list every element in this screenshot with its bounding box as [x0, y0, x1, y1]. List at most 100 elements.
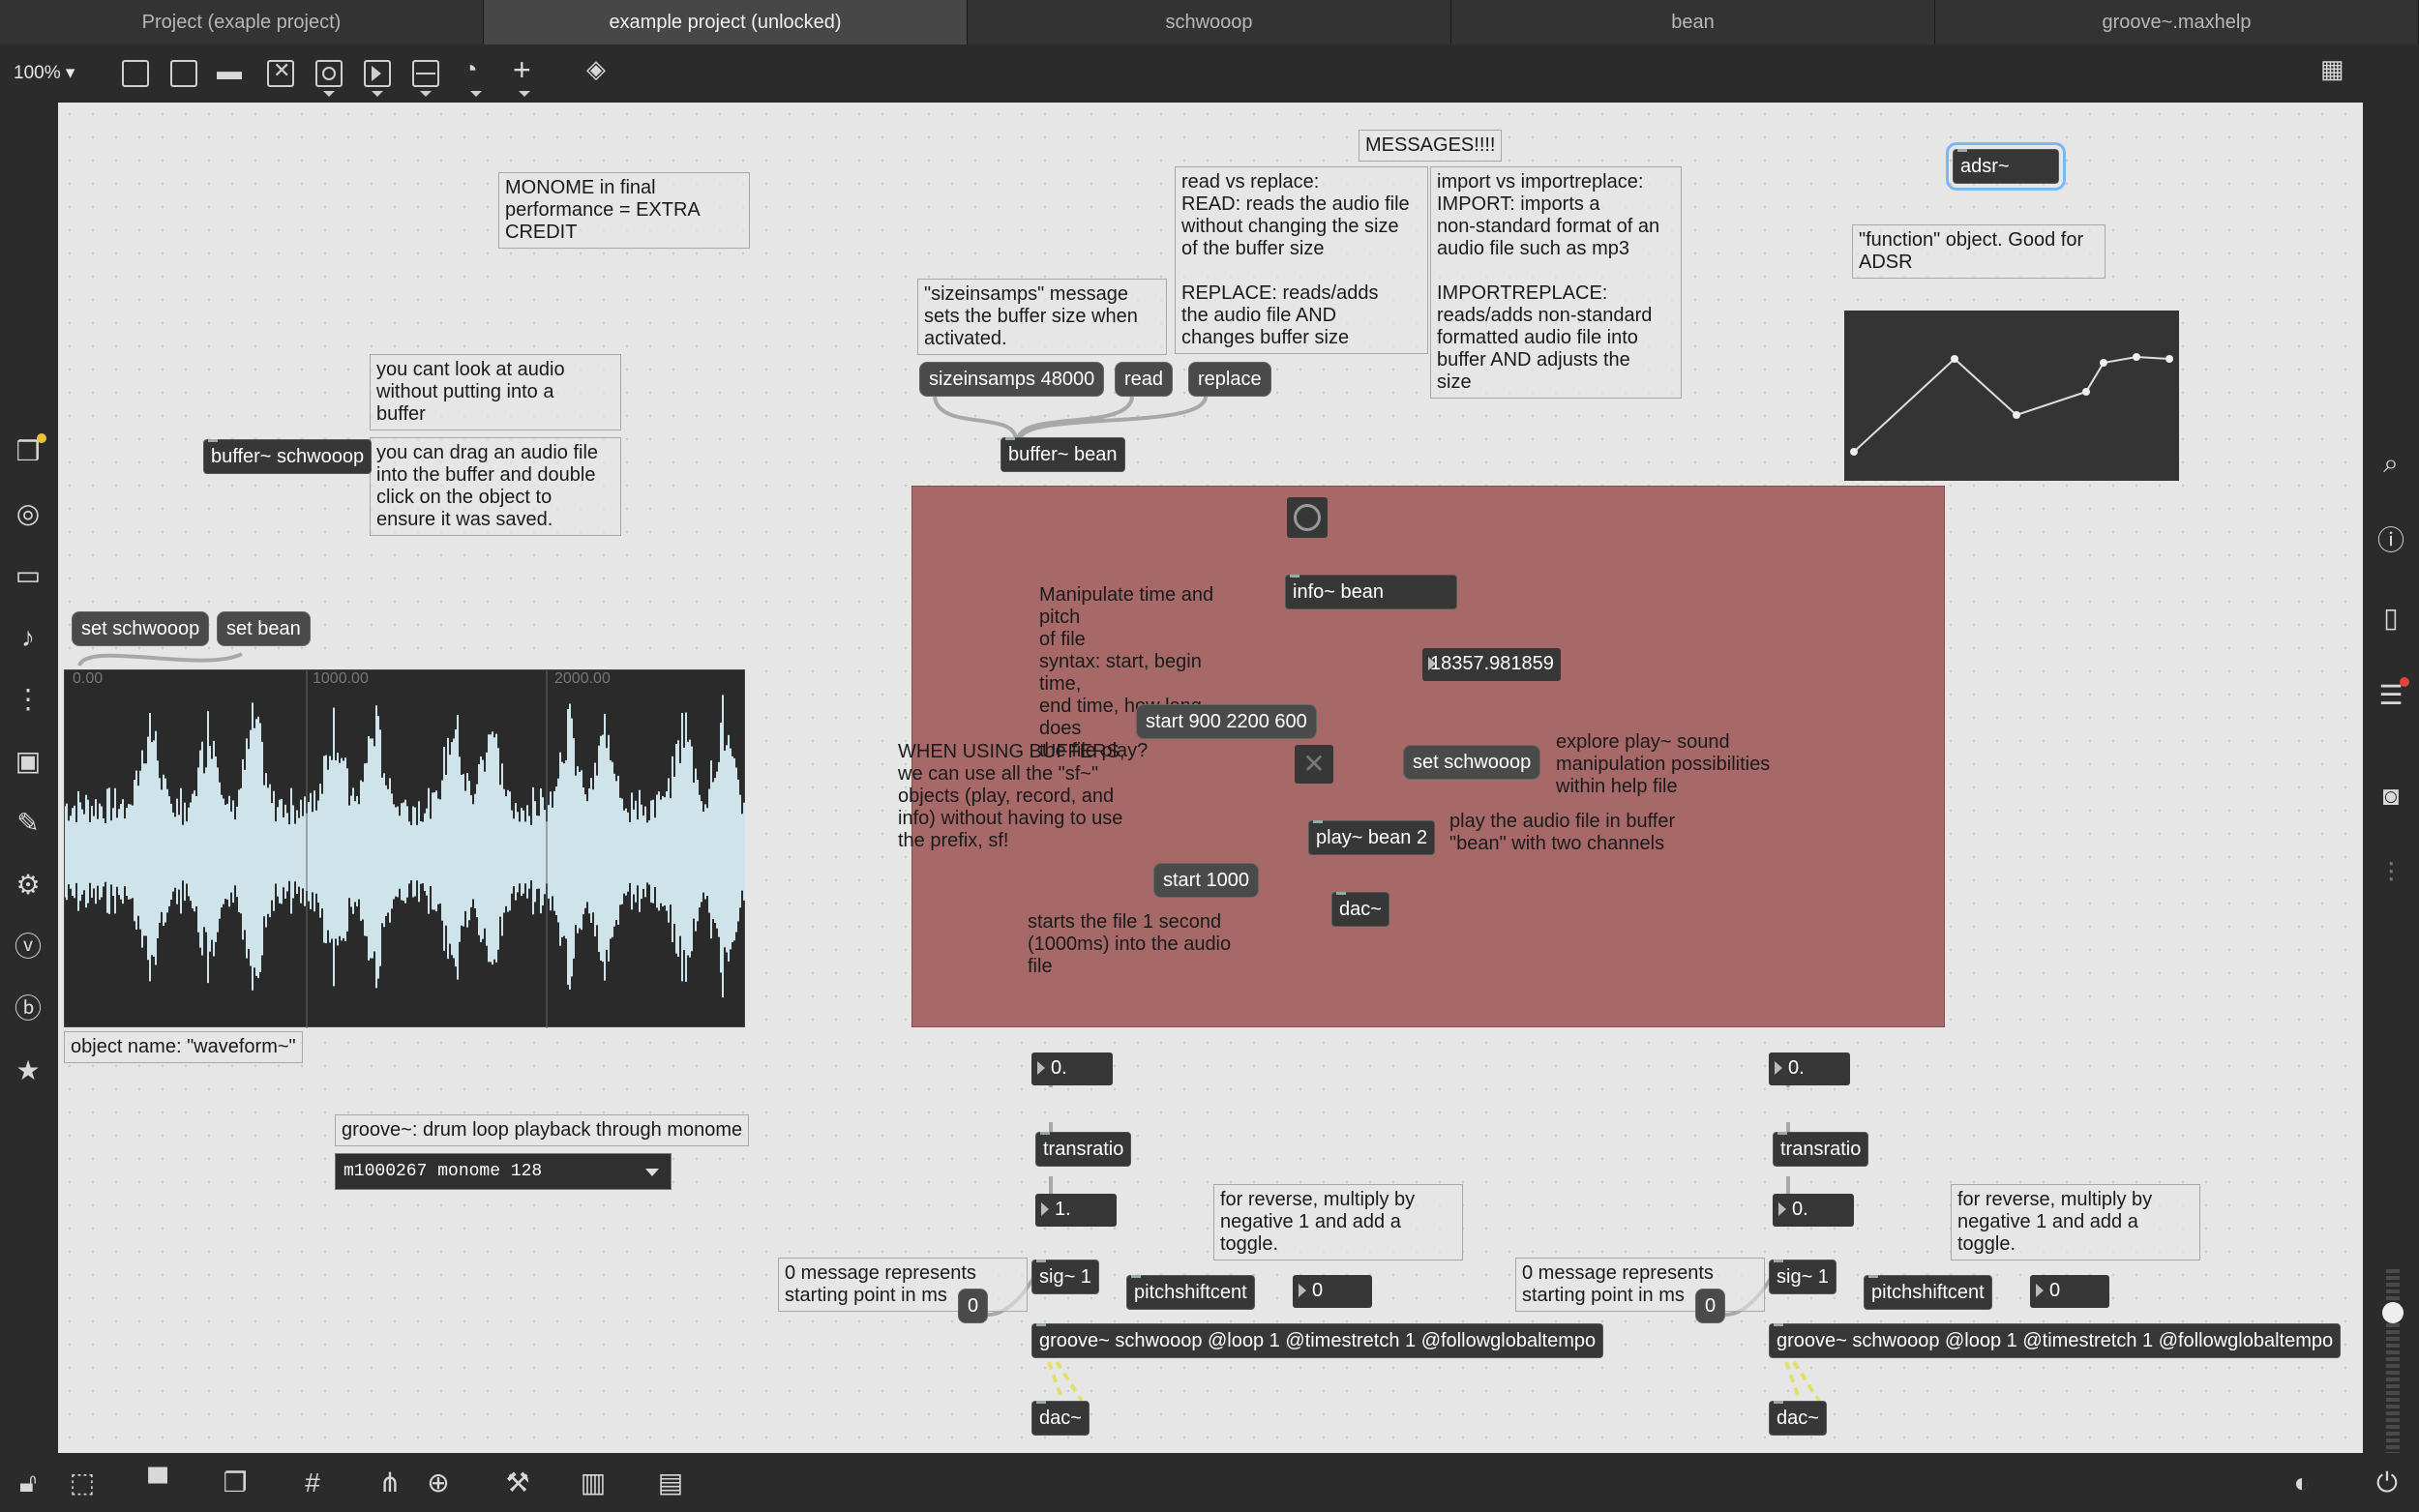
lock-icon[interactable]: 🔓︎: [12, 1467, 45, 1499]
paint-bucket-icon[interactable]: ◈: [586, 54, 606, 84]
bang-circle-icon: [1294, 504, 1321, 531]
waveform-tick-label: 2000.00: [554, 670, 611, 687]
attach-icon[interactable]: ⊕: [422, 1467, 455, 1499]
transratio-input-number-1[interactable]: 0.: [1031, 1052, 1113, 1085]
number-icon[interactable]: [364, 60, 391, 87]
tab-schwooop[interactable]: schwooop: [968, 0, 1451, 44]
pitchshiftcent-object-2[interactable]: pitchshiftcent: [1864, 1275, 1992, 1310]
set-bean-message[interactable]: set bean: [217, 611, 311, 646]
add-object-icon[interactable]: +: [513, 52, 531, 88]
info-output-number[interactable]: 18357.981859: [1422, 648, 1561, 681]
pitchshift-number-2[interactable]: 0: [2030, 1275, 2109, 1308]
set-schwooop-message-2[interactable]: set schwooop: [1403, 745, 1541, 780]
mixer-icon[interactable]: ⫶: [2374, 857, 2407, 890]
master-volume-knob[interactable]: [2382, 1302, 2404, 1323]
object-icon[interactable]: [122, 60, 149, 87]
vst-icon[interactable]: ⓥ: [12, 931, 45, 964]
bang-button[interactable]: [1287, 497, 1328, 538]
slider-icon[interactable]: [412, 60, 439, 87]
message-icon[interactable]: [170, 60, 197, 87]
chevron-down-icon[interactable]: [519, 91, 530, 97]
console-icon[interactable]: ☰: [2374, 677, 2409, 712]
transratio-output-number-1[interactable]: 1.: [1035, 1194, 1117, 1227]
replace-message[interactable]: replace: [1188, 362, 1271, 397]
star-icon[interactable]: ★: [12, 1054, 45, 1087]
transratio-object-2[interactable]: transratio: [1773, 1132, 1869, 1167]
bang-icon[interactable]: [315, 60, 343, 87]
function-breakpoint-display[interactable]: [1844, 311, 2179, 481]
pitchshift-number-1[interactable]: 0: [1293, 1275, 1372, 1308]
toggle-close-icon[interactable]: ✕: [1295, 745, 1333, 784]
tab-project[interactable]: Project (exaple project): [0, 0, 484, 44]
chevron-down-icon[interactable]: [470, 91, 482, 97]
grid-snap-icon[interactable]: #: [296, 1467, 329, 1499]
zero-message-2[interactable]: 0: [1695, 1289, 1726, 1323]
outline-icon[interactable]: ⋮: [12, 683, 45, 716]
sizeinsamps-comment: "sizeinsamps" message sets the buffer si…: [917, 279, 1167, 355]
buffer-schwooop-object[interactable]: buffer~ schwooop: [203, 439, 373, 474]
paperclip-icon[interactable]: ✎: [12, 807, 45, 840]
dial-icon[interactable]: ◔: [463, 54, 478, 84]
tab-groove-maxhelp[interactable]: groove~.maxhelp: [1935, 0, 2419, 44]
reference-icon[interactable]: ▯: [2374, 602, 2407, 635]
transratio-output-number-2[interactable]: 0.: [1773, 1194, 1854, 1227]
transratio-input-number-2[interactable]: 0.: [1769, 1052, 1850, 1085]
package-icon[interactable]: ❒: [12, 433, 46, 468]
plugin-icon[interactable]: ⚙: [12, 869, 45, 902]
power-icon[interactable]: ⏻: [2371, 1467, 2404, 1499]
zero-message-1[interactable]: 0: [958, 1289, 989, 1323]
zoom-menu[interactable]: 100% ▾: [14, 62, 75, 84]
dac-object-1[interactable]: dac~: [1031, 1401, 1090, 1436]
search-icon[interactable]: ⌕: [2374, 447, 2407, 480]
sig-object-1[interactable]: sig~ 1: [1031, 1260, 1099, 1294]
comment-icon[interactable]: ▬: [217, 56, 242, 86]
browser-icon[interactable]: ▭: [12, 559, 45, 592]
dac-main-object[interactable]: dac~: [1331, 892, 1389, 927]
groove-object-2[interactable]: groove~ schwooop @loop 1 @timestretch 1 …: [1769, 1323, 2342, 1358]
info-icon[interactable]: ⓘ: [2374, 524, 2407, 557]
chevron-down-icon[interactable]: [372, 91, 383, 97]
target-icon[interactable]: ◎: [12, 497, 45, 530]
chevron-down-icon[interactable]: [420, 91, 432, 97]
waveform-tick-label: 0.00: [73, 670, 104, 687]
zoom-value: 100%: [14, 63, 61, 83]
zero-message-comment-1: 0 message represents starting point in m…: [778, 1258, 1028, 1312]
keyboard-icon[interactable]: ▤: [654, 1467, 687, 1499]
wrench-icon[interactable]: ⚒: [501, 1467, 534, 1499]
beap-icon[interactable]: ⓑ: [12, 993, 45, 1025]
snapshot-icon[interactable]: ◙: [2374, 780, 2407, 813]
dac-object-2[interactable]: dac~: [1769, 1401, 1827, 1436]
buffer-bean-object[interactable]: buffer~ bean: [1000, 437, 1125, 472]
set-schwooop-message[interactable]: set schwooop: [72, 611, 210, 646]
transratio-object-1[interactable]: transratio: [1035, 1132, 1132, 1167]
image-icon[interactable]: ▣: [12, 745, 45, 778]
monome-device-menu[interactable]: m1000267 monome 128: [335, 1153, 672, 1190]
piano-icon[interactable]: ▥: [577, 1467, 610, 1499]
info-bean-object[interactable]: info~ bean: [1285, 575, 1457, 609]
waveform-name-comment: object name: "waveform~": [64, 1031, 303, 1063]
patcher-canvas[interactable]: MONOME in final performance = EXTRA CRED…: [58, 103, 2363, 1453]
comment-bubble-icon[interactable]: ▀: [141, 1467, 174, 1499]
layers-icon[interactable]: ❐: [219, 1467, 252, 1499]
toggle-icon[interactable]: ✕: [267, 58, 294, 87]
adsr-object[interactable]: adsr~: [1946, 142, 2066, 191]
grid-icon[interactable]: ▦: [2320, 54, 2344, 84]
start-900-message[interactable]: start 900 2200 600: [1136, 704, 1317, 739]
sig-object-2[interactable]: sig~ 1: [1769, 1260, 1837, 1294]
read-message[interactable]: read: [1115, 362, 1174, 397]
hierarchy-icon[interactable]: ⋔: [373, 1467, 406, 1499]
chevron-down-icon[interactable]: [323, 91, 335, 97]
play-bean-object[interactable]: play~ bean 2: [1308, 820, 1436, 855]
tab-bean[interactable]: bean: [1451, 0, 1935, 44]
groove-object-1[interactable]: groove~ schwooop @loop 1 @timestretch 1 …: [1031, 1323, 1604, 1358]
presentation-icon[interactable]: ⬚: [66, 1467, 99, 1499]
import-comment: import vs importreplace: IMPORT: imports…: [1430, 166, 1682, 399]
tab-example-project[interactable]: example project (unlocked): [484, 0, 968, 44]
pitchshiftcent-object-1[interactable]: pitchshiftcent: [1126, 1275, 1255, 1310]
start-1000-message[interactable]: start 1000: [1153, 863, 1259, 898]
music-note-icon[interactable]: ♪: [12, 621, 45, 654]
zero-message-comment-2: 0 message represents starting point in m…: [1515, 1258, 1765, 1312]
sizeinsamps-message[interactable]: sizeinsamps 48000: [919, 362, 1105, 397]
master-level-meter: [2386, 1269, 2400, 1453]
waveform-display[interactable]: 0.00 1000.00 2000.00: [64, 669, 745, 1028]
